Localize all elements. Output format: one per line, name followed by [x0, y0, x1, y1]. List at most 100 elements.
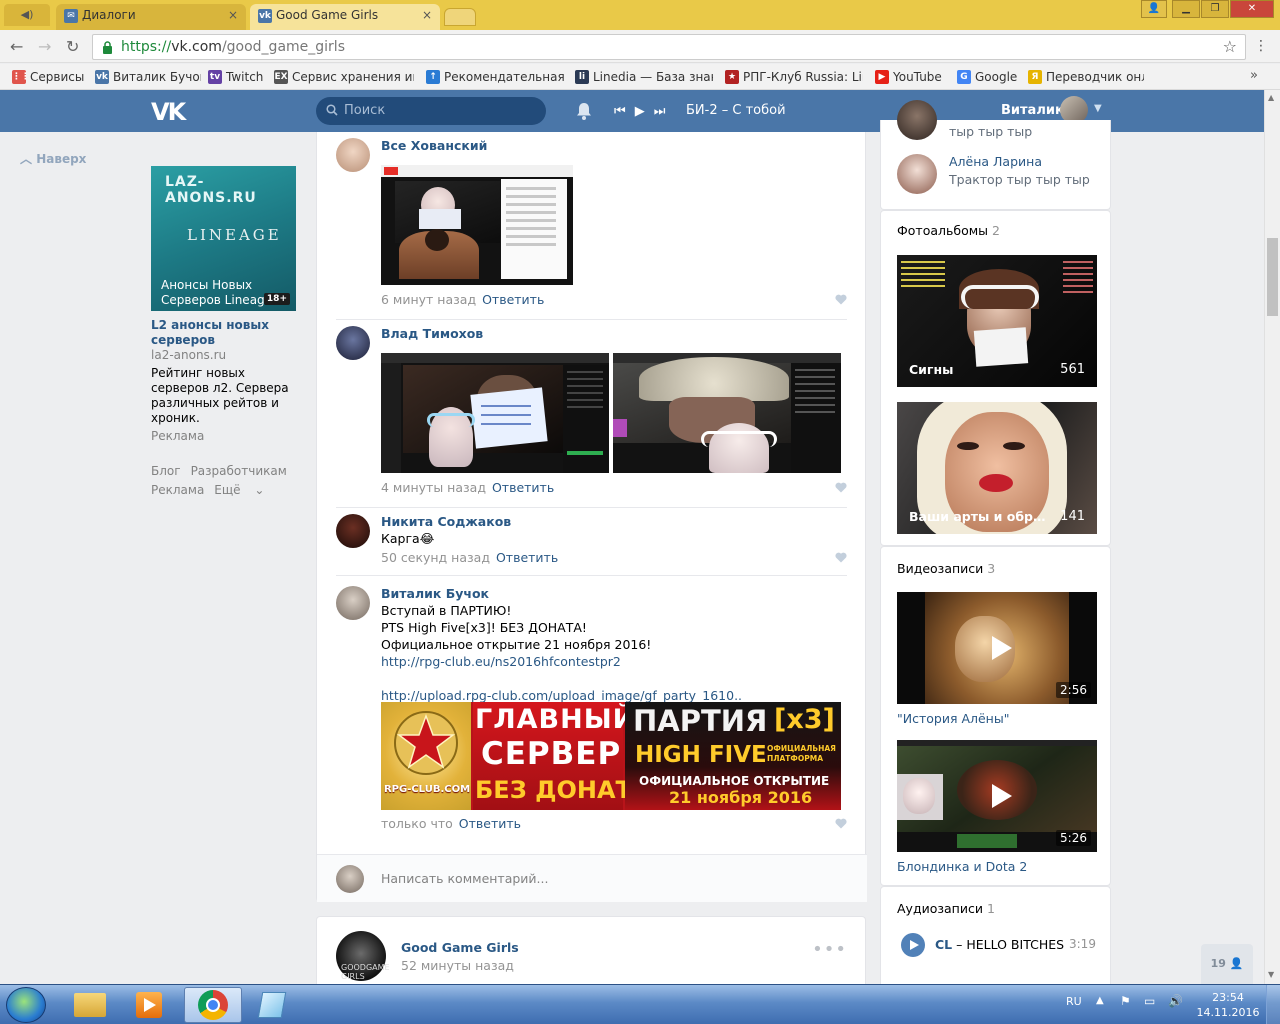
- bookmarks-overflow-icon[interactable]: »: [1250, 68, 1258, 83]
- now-playing-track[interactable]: БИ-2 – С тобой: [686, 103, 786, 118]
- comment-image[interactable]: [381, 165, 573, 285]
- like-heart-icon[interactable]: [835, 482, 847, 493]
- online-friends-counter[interactable]: 19 👤: [1201, 944, 1253, 984]
- comment-author[interactable]: Никита Соджаков: [381, 514, 511, 529]
- bookmark-item[interactable]: EX Сервис хранения ин: [272, 68, 414, 86]
- like-heart-icon[interactable]: [835, 294, 847, 305]
- reply-link[interactable]: Ответить: [492, 480, 554, 495]
- comment-image[interactable]: [613, 353, 841, 473]
- chrome-icon[interactable]: [184, 987, 242, 1023]
- user-name[interactable]: Виталик: [1001, 103, 1064, 118]
- search-input[interactable]: Поиск: [316, 97, 546, 125]
- video-thumbnail[interactable]: 5:26: [897, 740, 1097, 852]
- avatar[interactable]: [336, 326, 370, 360]
- bookmark-star-icon[interactable]: ☆: [1223, 37, 1237, 56]
- friend-name[interactable]: Алёна Ларина: [949, 154, 1042, 169]
- bookmark-item[interactable]: tv Twitch: [206, 68, 266, 86]
- address-bar[interactable]: https://vk.com/good_game_girls ☆: [92, 34, 1246, 60]
- page-scrollbar[interactable]: ▲ ▼: [1264, 90, 1280, 984]
- reply-link[interactable]: Ответить: [496, 550, 558, 565]
- back-icon[interactable]: ←: [10, 37, 23, 56]
- post-link[interactable]: http://rpg-club.eu/ns2016hfcontestpr2: [381, 654, 621, 669]
- minimize-button[interactable]: ▁: [1172, 0, 1200, 18]
- profile-icon[interactable]: 👤: [1141, 0, 1167, 18]
- video-thumbnail[interactable]: 2:56: [897, 592, 1097, 704]
- comment-banner-image[interactable]: RPG-CLUB.COM ГЛАВНЫЙ СЕРВЕР БЕЗ ДОНАТА П…: [381, 702, 841, 810]
- footer-link-blog[interactable]: Блог: [151, 464, 181, 478]
- scroll-down-icon[interactable]: ▼: [1268, 970, 1274, 979]
- tray-expand-icon[interactable]: ▲: [1096, 995, 1104, 1006]
- play-icon[interactable]: ▶: [635, 104, 645, 119]
- footer-link-ads[interactable]: Реклама: [151, 483, 204, 497]
- notifications-bell-icon[interactable]: [575, 101, 593, 121]
- scroll-up-icon[interactable]: ▲: [1268, 93, 1274, 102]
- albums-heading[interactable]: Фотоальбомы 2: [897, 223, 1000, 238]
- videos-heading[interactable]: Видеозаписи 3: [897, 561, 995, 576]
- chrome-menu-icon[interactable]: ⋮: [1254, 38, 1268, 54]
- like-heart-icon[interactable]: [835, 552, 847, 563]
- explorer-icon[interactable]: [62, 987, 120, 1023]
- bookmark-item[interactable]: G Google: [955, 68, 1019, 86]
- post-author[interactable]: Good Game Girls: [401, 940, 519, 955]
- bookmark-item[interactable]: Я Переводчик онлайн: [1026, 68, 1144, 86]
- chevron-down-icon[interactable]: ▼: [1094, 103, 1102, 114]
- avatar[interactable]: [336, 138, 370, 172]
- close-tab-icon[interactable]: ×: [228, 4, 238, 26]
- bookmark-item[interactable]: vk Виталик Бучок: [93, 68, 201, 86]
- volume-icon[interactable]: 🔊: [1168, 994, 1183, 1008]
- audio-heading[interactable]: Аудиозаписи 1: [897, 901, 995, 916]
- restore-button[interactable]: ❐: [1201, 0, 1229, 18]
- avatar[interactable]: [336, 514, 370, 548]
- comment-author[interactable]: Все Хованский: [381, 138, 487, 153]
- new-tab-button[interactable]: [444, 8, 476, 26]
- notepad-icon[interactable]: [244, 987, 302, 1023]
- video-title[interactable]: "История Алёны": [897, 711, 1009, 726]
- avatar[interactable]: [336, 586, 370, 620]
- album-thumbnail[interactable]: Ваши арты и обработки 141: [897, 402, 1097, 534]
- comment-author[interactable]: Виталик Бучок: [381, 586, 489, 601]
- bookmark-item[interactable]: li Linedia — База знани: [573, 68, 713, 86]
- reply-link[interactable]: Ответить: [459, 816, 521, 831]
- scrollbar-thumb[interactable]: [1267, 238, 1278, 316]
- footer-link-more[interactable]: Ещё ⌄: [214, 483, 264, 497]
- avatar[interactable]: GOODGAME GIRLS: [336, 931, 390, 981]
- post-time[interactable]: 52 минуты назад: [401, 958, 514, 973]
- close-window-button[interactable]: ✕: [1230, 0, 1274, 18]
- media-player-icon[interactable]: [122, 987, 180, 1023]
- next-track-icon[interactable]: ⏭: [654, 104, 666, 119]
- more-options-icon[interactable]: •••: [812, 939, 847, 960]
- show-desktop-button[interactable]: [1266, 985, 1280, 1024]
- comment-author[interactable]: Влад Тимохов: [381, 326, 483, 341]
- video-title[interactable]: Блондинка и Dota 2: [897, 859, 1027, 874]
- close-tab-icon[interactable]: ×: [422, 4, 432, 26]
- album-thumbnail[interactable]: Сигны 561: [897, 255, 1097, 387]
- scroll-to-top-button[interactable]: ︿ Наверх: [20, 150, 86, 167]
- reload-icon[interactable]: ↻: [66, 37, 79, 56]
- ad-title[interactable]: L2 анонсы новых серверов: [151, 318, 301, 348]
- ad-image[interactable]: LAZ-ANONS.RU LINEAGE Анонсы Новых Сервер…: [151, 166, 296, 311]
- avatar[interactable]: [897, 154, 937, 194]
- footer-link-developers[interactable]: Разработчикам: [191, 464, 287, 478]
- comment-image[interactable]: [381, 353, 609, 473]
- reply-link[interactable]: Ответить: [482, 292, 544, 307]
- audio-track[interactable]: CL – HELLO BITCHES: [935, 937, 1065, 952]
- tab-good-game-girls[interactable]: vk Good Game Girls ×: [250, 4, 440, 30]
- previous-track-icon[interactable]: ⏮: [614, 104, 626, 119]
- vk-logo[interactable]: VK: [151, 98, 186, 126]
- like-heart-icon[interactable]: [835, 818, 847, 829]
- start-button[interactable]: [6, 987, 46, 1023]
- network-warning-icon[interactable]: ⚑: [1120, 994, 1131, 1008]
- avatar[interactable]: [897, 100, 937, 140]
- audio-play-button[interactable]: [901, 933, 925, 957]
- pinned-tab[interactable]: ◀): [4, 4, 50, 26]
- bookmark-item[interactable]: ▶ YouTube: [873, 68, 947, 86]
- ad-label[interactable]: Реклама: [151, 429, 204, 443]
- tab-dialogs[interactable]: ✉ Диалоги ×: [56, 4, 246, 30]
- bookmark-item[interactable]: ⋮⋮ Сервисы: [10, 68, 86, 86]
- bookmark-item[interactable]: ★ РПГ-Клуб Russia: Line: [723, 68, 863, 86]
- forward-icon[interactable]: →: [38, 37, 51, 56]
- post-link[interactable]: http://upload.rpg-club.com/upload_image/…: [381, 688, 742, 703]
- system-clock[interactable]: 23:54 14.11.2016: [1196, 990, 1260, 1020]
- action-center-icon[interactable]: ▭: [1144, 994, 1155, 1008]
- comment-input[interactable]: Написать комментарий...: [317, 854, 867, 902]
